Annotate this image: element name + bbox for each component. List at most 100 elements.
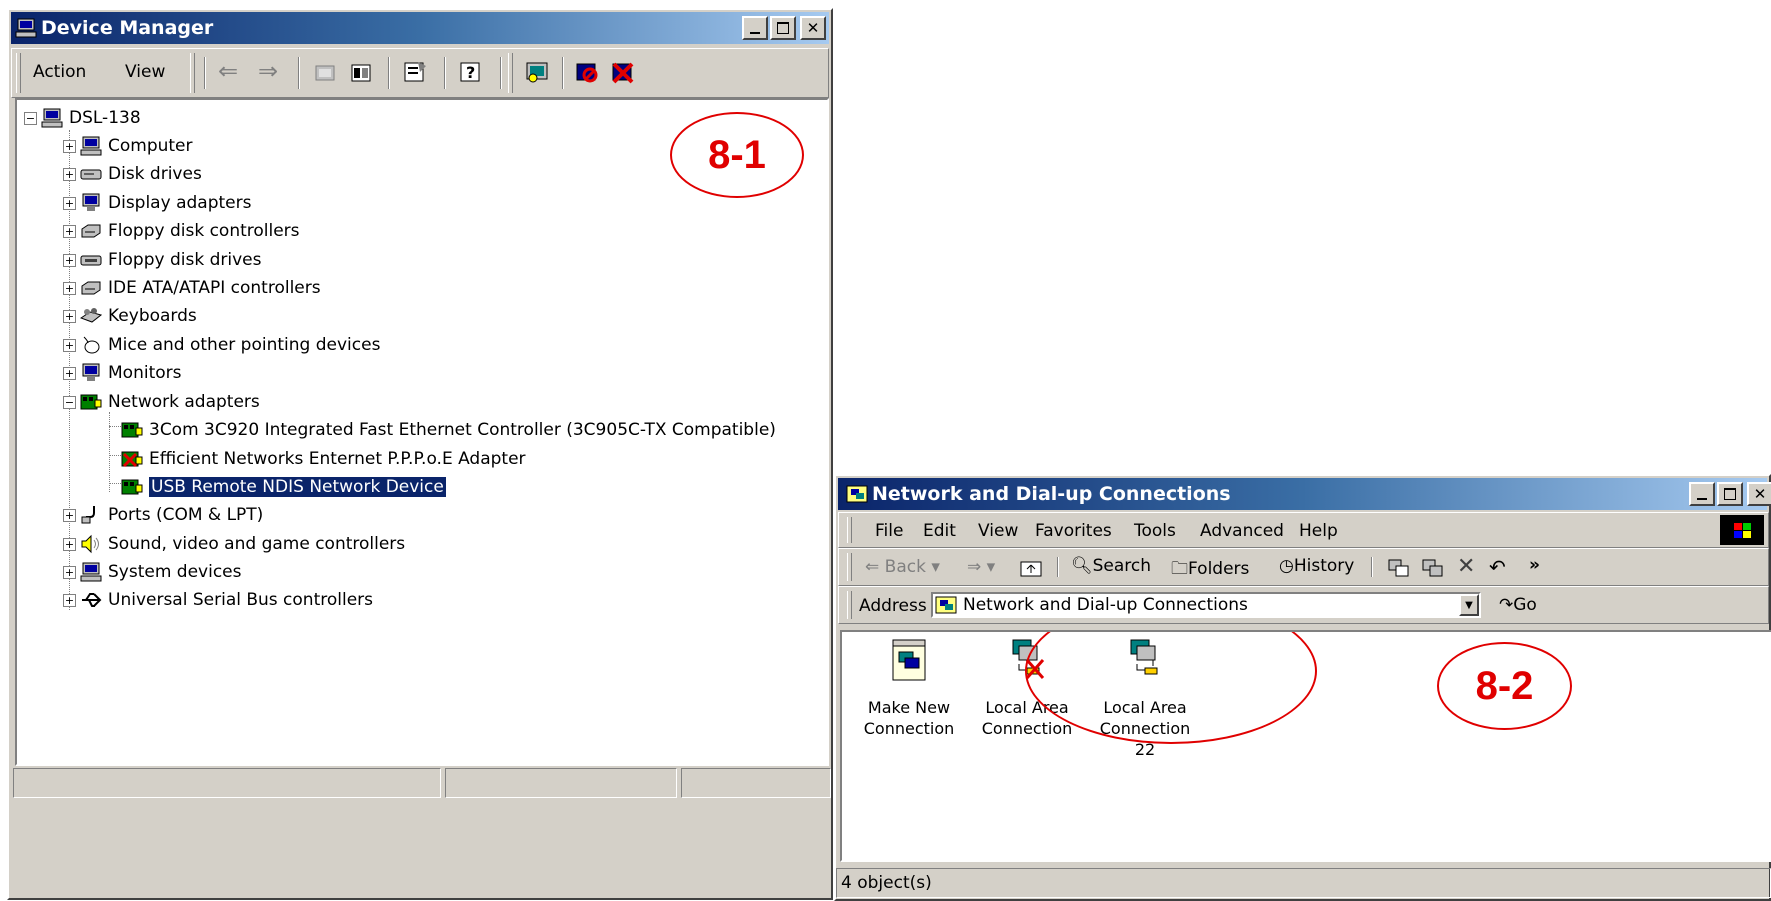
properties-icon[interactable] [402, 60, 428, 84]
minimize-button[interactable] [1689, 482, 1715, 506]
maximize-button[interactable] [1717, 482, 1743, 506]
tree-root[interactable]: DSL-138 [41, 104, 141, 132]
copy-to-icon[interactable] [1421, 557, 1445, 579]
menu-grip[interactable] [847, 517, 852, 543]
separator [388, 57, 390, 89]
tree-item-network-adapters[interactable]: Network adapters [80, 388, 260, 416]
toolbar-grip-3[interactable] [508, 53, 513, 93]
tree-item-sound[interactable]: Sound, video and game controllers [80, 530, 405, 558]
undo-icon[interactable]: ↶ [1489, 555, 1506, 579]
menu-help[interactable]: Help [1299, 521, 1338, 541]
toolbar-grip[interactable] [847, 553, 852, 581]
expand-toggle[interactable]: + [63, 594, 76, 607]
expand-toggle[interactable]: + [63, 254, 76, 267]
close-button[interactable]: ✕ [1747, 482, 1771, 506]
collapse-toggle[interactable]: − [63, 396, 76, 409]
address-bar: Address Network and Dial-up Connections … [838, 586, 1769, 624]
status-panel: 4 object(s) [836, 868, 1771, 898]
history-button[interactable]: ◷History [1279, 556, 1354, 576]
network-device-label-selected: USB Remote NDIS Network Device [148, 476, 447, 498]
address-field[interactable]: Network and Dial-up Connections ▼ [931, 592, 1481, 618]
menu-advanced[interactable]: Advanced [1200, 521, 1284, 541]
back-arrow-icon[interactable]: ⇐ [218, 57, 238, 85]
connections-view[interactable]: Make New Connection Local Area Connectio… [840, 630, 1771, 862]
menu-file[interactable]: File [875, 521, 903, 541]
menu-favorites[interactable]: Favorites [1035, 521, 1112, 541]
menu-edit[interactable]: Edit [923, 521, 956, 541]
folders-button[interactable]: 🗀Folders [1171, 556, 1249, 585]
close-button[interactable]: ✕ [800, 16, 826, 40]
network-device-pppoe[interactable]: Efficient Networks Enternet P.P.P.o.E Ad… [121, 445, 526, 473]
device-manager-app-icon [15, 18, 37, 38]
item-label-line1: Make New [867, 698, 951, 717]
up-folder-icon[interactable] [314, 62, 336, 84]
collapse-toggle[interactable]: − [24, 112, 37, 125]
expand-toggle[interactable]: + [63, 367, 76, 380]
tree-item-label: Floppy disk drives [108, 250, 262, 270]
toolbar-grip[interactable] [16, 53, 21, 93]
tree-item-mice[interactable]: Mice and other pointing devices [80, 331, 380, 359]
expand-toggle[interactable]: + [63, 282, 76, 295]
tree-item-ports[interactable]: Ports (COM & LPT) [80, 501, 263, 529]
disable-device-icon[interactable] [574, 60, 600, 84]
forward-button[interactable]: ⇒ ▾ [967, 557, 995, 577]
menu-view[interactable]: View [978, 521, 1018, 541]
device-tree-pane[interactable]: − DSL-138 + Computer + Disk drives + Dis… [15, 98, 829, 766]
tree-root-label: DSL-138 [69, 108, 141, 128]
view-menu[interactable]: View [125, 62, 165, 82]
go-button[interactable]: ↷Go [1499, 595, 1537, 615]
back-button[interactable]: ⇐ Back ▾ [865, 557, 940, 577]
expand-toggle[interactable]: + [63, 168, 76, 181]
tree-item-system-devices[interactable]: System devices [80, 558, 242, 586]
tree-item-keyboards[interactable]: Keyboards [80, 302, 197, 330]
show-hide-tree-icon[interactable] [350, 62, 372, 84]
expand-toggle[interactable]: + [63, 197, 76, 210]
expand-toggle[interactable]: + [63, 310, 76, 323]
chevron-down-icon: ▼ [1465, 599, 1473, 611]
tree-item-disk-drives[interactable]: Disk drives [80, 160, 202, 188]
scan-hardware-icon[interactable] [524, 60, 550, 84]
tree-item-ide-controllers[interactable]: IDE ATA/ATAPI controllers [80, 274, 321, 302]
expand-toggle[interactable]: + [63, 509, 76, 522]
expand-toggle[interactable]: + [63, 339, 76, 352]
close-icon: ✕ [1753, 485, 1767, 503]
forward-arrow-icon[interactable]: ⇒ [258, 57, 278, 85]
network-connections-titlebar[interactable]: Network and Dial-up Connections ✕ [838, 478, 1771, 510]
toolbar-grip-2[interactable] [190, 53, 195, 93]
tree-item-label: Network adapters [108, 392, 260, 412]
tree-item-usb[interactable]: Universal Serial Bus controllers [80, 586, 373, 614]
tree-item-computer[interactable]: Computer [80, 132, 193, 160]
tree-item-monitors[interactable]: Monitors [80, 359, 181, 387]
system-icon [80, 562, 102, 582]
network-device-label: Efficient Networks Enternet P.P.P.o.E Ad… [149, 449, 526, 469]
action-menu[interactable]: Action [33, 62, 86, 82]
help-icon[interactable]: ? [458, 60, 484, 84]
network-device-3com[interactable]: 3Com 3C920 Integrated Fast Ethernet Cont… [121, 416, 776, 444]
tree-item-floppy-drives[interactable]: Floppy disk drives [80, 246, 261, 274]
tree-item-floppy-controllers[interactable]: Floppy disk controllers [80, 217, 300, 245]
address-dropdown-button[interactable]: ▼ [1459, 594, 1479, 616]
device-manager-titlebar[interactable]: Device Manager ✕ [11, 12, 829, 44]
maximize-icon [1724, 488, 1736, 500]
expand-toggle[interactable]: + [63, 225, 76, 238]
annotation-label-8-1: 8-1 [708, 132, 766, 177]
minimize-button[interactable] [742, 16, 768, 40]
network-folder-app-icon [846, 485, 868, 503]
make-new-connection-item[interactable]: Make New Connection [854, 638, 964, 739]
search-button[interactable]: 🔍︎Search [1071, 556, 1151, 576]
delete-icon[interactable]: ✕ [1457, 554, 1475, 579]
network-device-usb-rndis[interactable]: USB Remote NDIS Network Device [121, 473, 447, 501]
uninstall-device-icon[interactable] [610, 60, 636, 84]
expand-toggle[interactable]: + [63, 566, 76, 579]
expand-toggle[interactable]: + [63, 538, 76, 551]
maximize-button[interactable] [770, 16, 796, 40]
expand-toggle[interactable]: + [63, 140, 76, 153]
up-folder-icon[interactable] [1019, 557, 1043, 579]
toolbar-overflow[interactable]: » [1529, 555, 1540, 575]
tree-item-label: Disk drives [108, 164, 202, 184]
menu-tools[interactable]: Tools [1134, 521, 1176, 541]
action-menu-label: Action [33, 62, 87, 82]
address-grip[interactable] [847, 591, 852, 619]
move-to-icon[interactable] [1387, 557, 1411, 579]
tree-item-display-adapters[interactable]: Display adapters [80, 189, 251, 217]
